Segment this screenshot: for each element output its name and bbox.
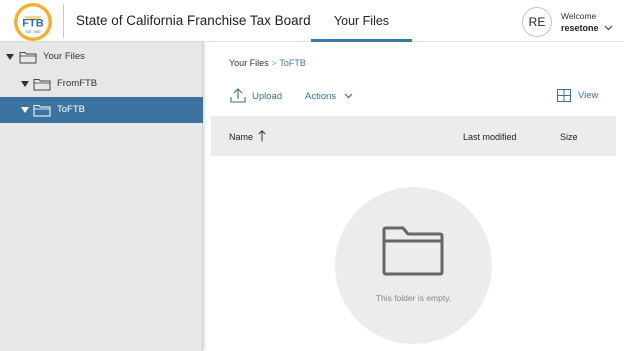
avatar[interactable]: RE	[522, 7, 552, 37]
sidebar-item-label: FromFTB	[57, 78, 98, 89]
folder-icon	[33, 105, 51, 117]
folder-icon	[33, 79, 51, 91]
folder-icon	[19, 52, 37, 64]
active-tab-indicator	[311, 39, 412, 42]
sidebar: Your Files FromFTB ToFTB	[0, 42, 203, 351]
caret-down-icon[interactable]	[6, 54, 14, 60]
column-header-last-modified[interactable]: Last modified	[463, 132, 517, 142]
column-header-name[interactable]: Name	[229, 132, 253, 142]
sidebar-item-label: Your Files	[43, 51, 85, 62]
column-header-size[interactable]: Size	[560, 132, 578, 142]
breadcrumb: Your Files > ToFTB	[229, 58, 306, 68]
breadcrumb-separator: >	[271, 59, 277, 68]
chevron-down-icon[interactable]	[604, 25, 613, 31]
username[interactable]: resetone	[561, 23, 599, 33]
empty-state: This folder is empty.	[335, 187, 492, 344]
sidebar-item-label: ToFTB	[57, 104, 85, 115]
file-table-header: Name Last modified Size	[211, 116, 616, 156]
empty-folder-icon	[382, 226, 444, 276]
breadcrumb-current[interactable]: ToFTB	[279, 58, 306, 68]
logo-subtext: EST. 1950	[26, 30, 41, 34]
view-label: View	[578, 90, 599, 101]
grid-view-icon	[557, 89, 571, 102]
ftb-logo[interactable]: FTB EST. 1950	[12, 2, 54, 42]
upload-icon	[230, 88, 246, 103]
tab-your-files[interactable]: Your Files	[311, 0, 412, 42]
sidebar-item-toftb[interactable]: ToFTB	[0, 97, 203, 123]
actions-label: Actions	[305, 91, 337, 102]
chevron-down-icon	[344, 93, 353, 99]
empty-state-message: This folder is empty.	[375, 293, 452, 303]
ftb-seal-logo-icon: FTB EST. 1950	[14, 3, 52, 41]
app-title: State of California Franchise Tax Board	[76, 13, 311, 28]
sidebar-item-your-files[interactable]: Your Files	[0, 44, 203, 70]
logo-text: FTB	[22, 18, 43, 30]
welcome-label: Welcome	[561, 11, 597, 21]
sidebar-item-fromftb[interactable]: FromFTB	[0, 71, 203, 97]
caret-down-icon[interactable]	[21, 107, 29, 113]
breadcrumb-root[interactable]: Your Files	[229, 58, 269, 68]
app-header: FTB EST. 1950 State of California Franch…	[0, 0, 624, 42]
caret-down-icon[interactable]	[21, 81, 29, 87]
upload-label: Upload	[252, 91, 283, 102]
sort-ascending-icon[interactable]	[258, 130, 266, 142]
tab-your-files-label: Your Files	[333, 14, 390, 28]
brand-divider	[63, 4, 64, 38]
